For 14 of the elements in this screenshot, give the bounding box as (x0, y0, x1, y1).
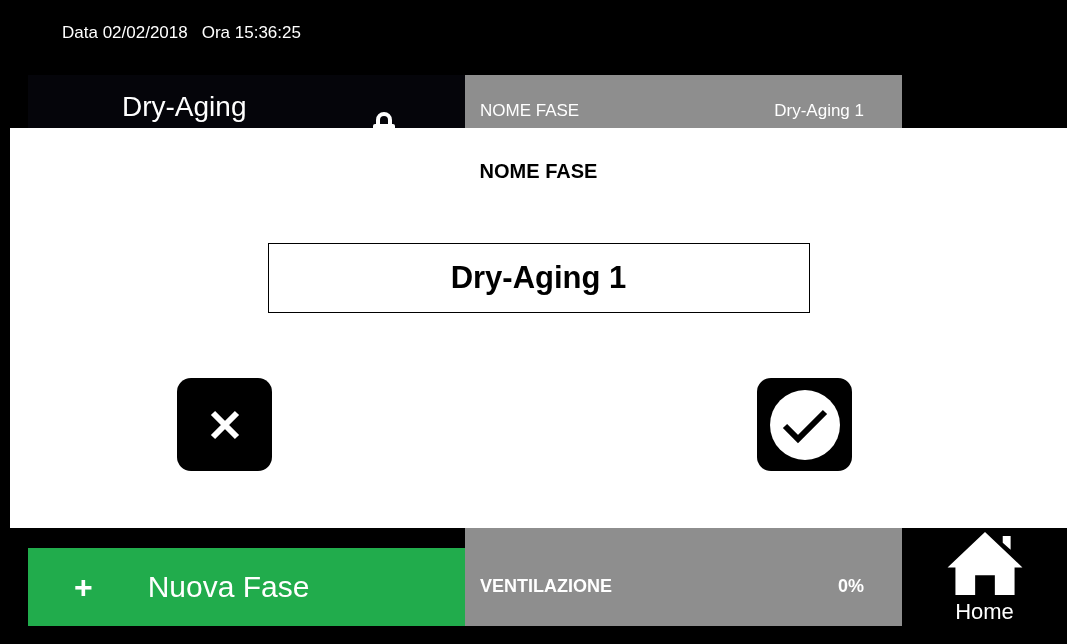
phase-name-label: NOME FASE (480, 101, 580, 121)
check-circle-icon (767, 387, 842, 462)
program-name: Dry-Aging (122, 91, 247, 123)
time-label: Ora 15:36:25 (201, 22, 301, 43)
ventilation-label: VENTILAZIONE (480, 575, 612, 597)
cancel-button[interactable] (177, 378, 272, 471)
dialog-title: NOME FASE (479, 160, 598, 183)
close-icon (208, 408, 241, 441)
phase-name-value: Dry-Aging 1 (774, 101, 864, 121)
home-button[interactable]: Home (902, 528, 1067, 626)
ventilation-value: 0% (838, 575, 864, 597)
date-label: Data 02/02/2018 (62, 22, 188, 43)
confirm-button[interactable] (757, 378, 852, 471)
phase-name-input[interactable]: Dry-Aging 1 (267, 243, 810, 313)
